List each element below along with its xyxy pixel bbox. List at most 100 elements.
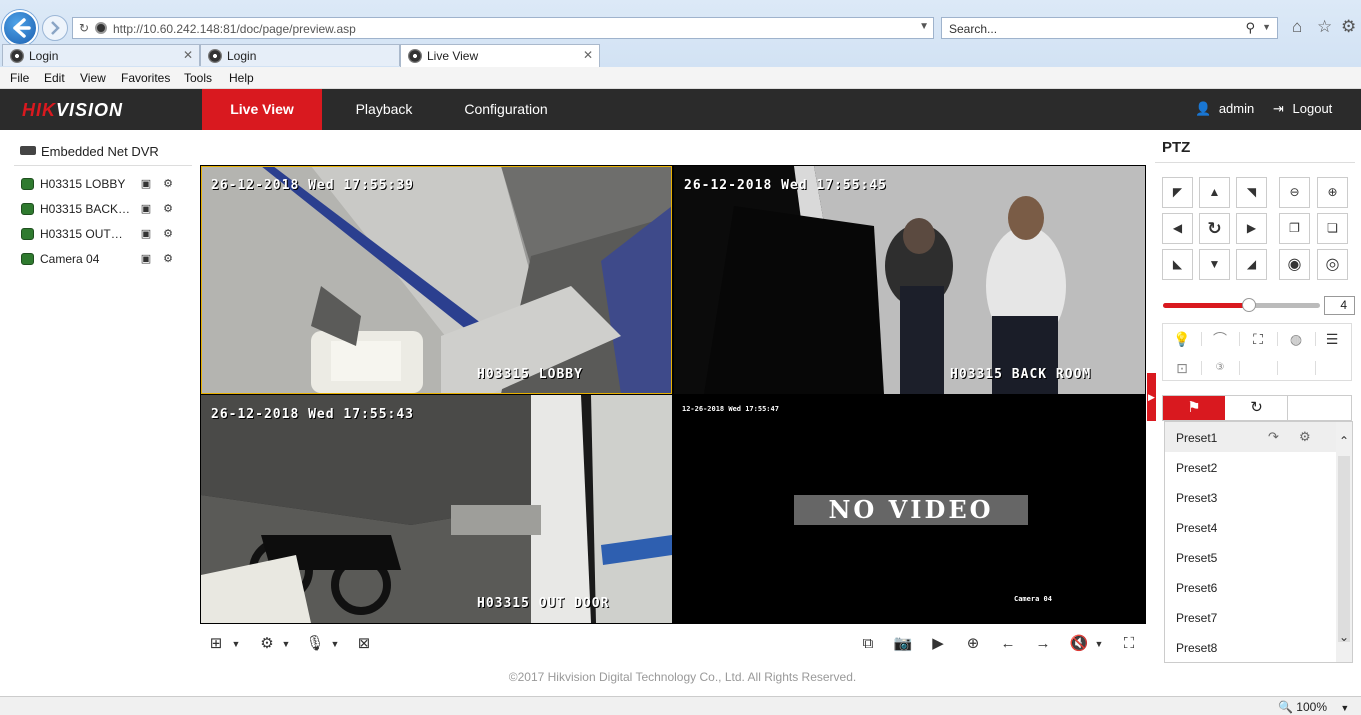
chevron-down-icon[interactable]: ▼ [1340,703,1349,713]
nav-configuration[interactable]: Configuration [451,89,561,130]
record-video-icon[interactable]: ▶ [926,633,950,655]
back-button[interactable] [2,10,38,46]
search-icon[interactable]: ⚲ [1245,20,1255,36]
close-icon[interactable]: ✕ [583,48,593,62]
tab-pattern[interactable] [1289,396,1351,420]
ptz-down-left-button[interactable]: ◣ [1162,249,1193,280]
set-preset-gear-icon[interactable]: ⚙ [1299,429,1311,445]
stream-icon[interactable]: ⚙ [161,202,175,216]
forward-button[interactable] [42,15,68,41]
menu-edit[interactable]: Edit [44,71,65,85]
focus-near-button[interactable]: ❐ [1279,213,1310,244]
record-icon[interactable]: ▣ [139,177,153,191]
tab-live-view[interactable]: Live View ✕ [400,44,600,67]
video-cell-camera-04[interactable]: 12-26-2018 Wed 17:55:47 NO VIDEO Camera … [674,395,1145,623]
nav-playback[interactable]: Playback [336,89,432,130]
record-icon[interactable]: ▣ [139,202,153,216]
record-icon[interactable]: ▣ [139,252,153,266]
ptz-left-button[interactable]: ◀ [1162,213,1193,244]
search-dropdown-icon[interactable]: ▼ [1262,22,1271,32]
address-text[interactable]: http://10.60.242.148:81/doc/page/preview… [113,22,356,36]
video-cell-out-door[interactable]: 26-12-2018 Wed 17:55:43 H03315 OUT DOOR [201,395,672,623]
camera-item[interactable]: H03315 OUT… ▣ ⚙ [21,225,186,245]
user-menu[interactable]: 👤 admin [1195,101,1254,117]
camera-item[interactable]: Camera 04 ▣ ⚙ [21,250,186,270]
focus-far-button[interactable]: ❏ [1317,213,1348,244]
tab-login-2[interactable]: Login [200,44,400,66]
fullscreen-icon[interactable]: ⛶ [1117,633,1141,655]
stop-all-icon[interactable]: ⊠ [352,633,376,655]
menu-view[interactable]: View [80,71,106,85]
zoom-out-button[interactable]: ⊖ [1279,177,1310,208]
stream-icon[interactable]: ⚙ [161,252,175,266]
close-icon[interactable]: ✕ [183,48,193,62]
menu-favorites[interactable]: Favorites [121,71,170,85]
list-item[interactable]: Preset7 [1165,602,1337,632]
favorites-star-icon[interactable]: ☆ [1317,17,1332,37]
video-cell-back-room[interactable]: 26-12-2018 Wed 17:55:45 H03315 BACK ROOM [674,166,1145,394]
light-icon[interactable]: 💡 [1165,326,1199,352]
nav-live-view[interactable]: Live View [202,89,322,130]
capture-camera-icon[interactable]: 📷 [891,633,915,655]
chevron-down-icon[interactable]: ▼ [274,633,298,655]
ptz-up-left-button[interactable]: ◤ [1162,177,1193,208]
zoom-in-button[interactable]: ⊕ [1317,177,1348,208]
list-item[interactable]: Preset8 [1165,632,1337,662]
lens-init-icon[interactable]: ◍ [1279,326,1313,352]
next-page-icon[interactable]: → [1031,633,1055,655]
ptz-up-button[interactable]: ▲ [1199,177,1230,208]
3d-positioning-icon[interactable]: ③ [1203,355,1237,381]
wiper-icon[interactable]: ⌒ [1203,326,1237,352]
stream-icon[interactable]: ⚙ [161,227,175,241]
tab-patrol[interactable]: ↻ [1226,396,1288,420]
ptz-right-button[interactable]: ▶ [1236,213,1267,244]
preset-scrollbar[interactable]: ⌃ ⌄ [1336,422,1352,662]
call-preset-icon[interactable]: ↷ [1268,429,1279,445]
refresh-icon[interactable]: ↻ [79,21,89,35]
zoom-level[interactable]: 🔍 100% ▼ [1278,700,1349,714]
logout-button[interactable]: ⇥ Logout [1273,101,1332,117]
stop-preview-icon[interactable]: ⧉ [856,633,880,655]
list-item[interactable]: Preset3 [1165,482,1337,512]
dropdown-icon[interactable]: ▼ [919,21,929,32]
list-item[interactable]: Preset1 ↷ ⚙ [1165,422,1337,452]
chevron-down-icon[interactable]: ▼ [323,633,347,655]
auxiliary-focus-icon[interactable]: ⛶ [1241,326,1275,352]
collapse-panel-handle[interactable]: ▶ [1147,373,1156,421]
menu-help[interactable]: Help [229,71,254,85]
scroll-up-icon[interactable]: ⌃ [1336,434,1352,448]
digital-zoom-icon[interactable]: ⊕ [961,633,985,655]
ptz-up-right-button[interactable]: ◥ [1236,177,1267,208]
record-icon[interactable]: ▣ [139,227,153,241]
list-item[interactable]: Preset2 [1165,452,1337,482]
previous-page-icon[interactable]: ← [996,633,1020,655]
camera-item[interactable]: H03315 LOBBY ▣ ⚙ [21,175,186,195]
ptz-down-button[interactable]: ▼ [1199,249,1230,280]
stream-icon[interactable]: ⚙ [161,177,175,191]
menu-file[interactable]: File [10,71,29,85]
list-item[interactable]: Preset6 [1165,572,1337,602]
ptz-speed-slider[interactable] [1163,298,1320,312]
ptz-speed-value[interactable]: 4 [1324,296,1355,315]
manual-tracking-icon[interactable]: ⊡ [1165,355,1199,381]
scroll-down-icon[interactable]: ⌄ [1336,630,1352,644]
chevron-down-icon[interactable]: ▼ [224,633,248,655]
search-placeholder[interactable]: Search... [949,22,997,36]
menu-tools[interactable]: Tools [184,71,212,85]
menu-icon[interactable]: ☰ [1315,326,1349,352]
chevron-down-icon[interactable]: ▼ [1087,633,1111,655]
camera-item[interactable]: H03315 BACK… ▣ ⚙ [21,200,186,220]
search-input[interactable]: Search... ⚲ ▼ [941,17,1278,39]
slider-handle[interactable] [1242,298,1257,312]
tree-root-dvr[interactable]: Embedded Net DVR [20,144,159,159]
iris-open-button[interactable]: ◉ [1279,249,1310,280]
settings-gear-icon[interactable]: ⚙ [1341,17,1356,37]
video-cell-lobby[interactable]: 26-12-2018 Wed 17:55:39 H03315 LOBBY [201,166,672,394]
scroll-thumb[interactable] [1338,456,1350,642]
ptz-auto-scan-button[interactable]: ↻ [1199,213,1230,244]
list-item[interactable]: Preset4 [1165,512,1337,542]
tab-presets[interactable]: ⚑ [1163,396,1225,420]
tab-login-1[interactable]: Login ✕ [2,44,200,66]
ptz-down-right-button[interactable]: ◢ [1236,249,1267,280]
iris-close-button[interactable]: ◎ [1317,249,1348,280]
